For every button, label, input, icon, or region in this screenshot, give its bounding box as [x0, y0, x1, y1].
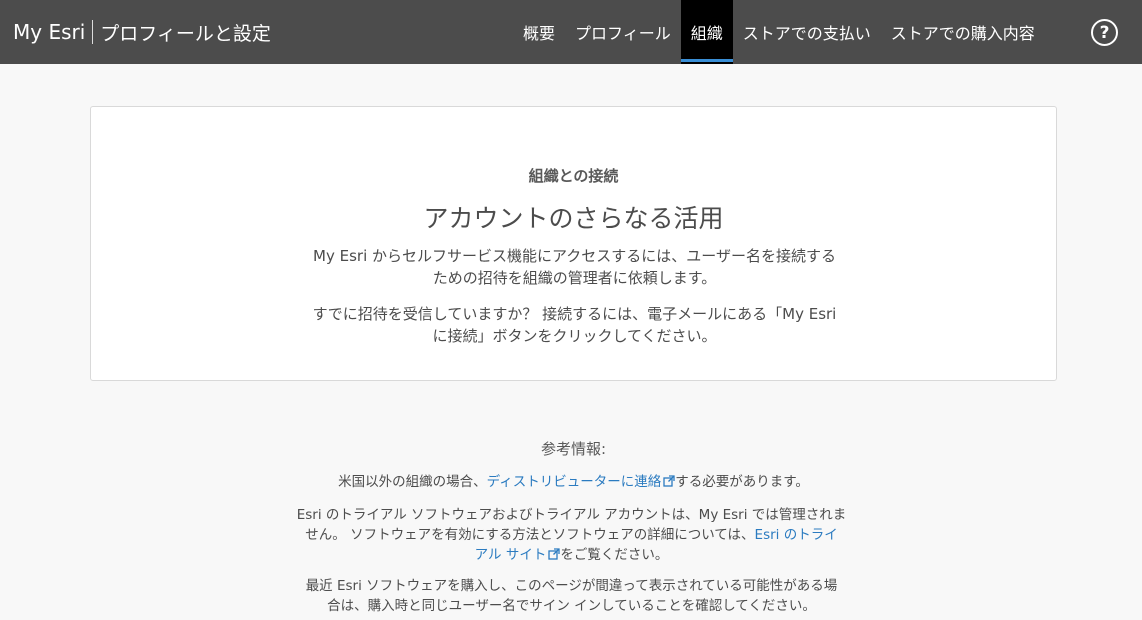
reference-text: する必要があります。: [675, 474, 809, 490]
card-title: アカウントのさらなる活用: [423, 204, 724, 233]
reference-trial-note: Esri のトライアル ソフトウェアおよびトライアル アカウントは、My Esr…: [280, 505, 863, 565]
help-icon[interactable]: ?: [1091, 19, 1118, 46]
reference-text: 最近 Esri ソフトウェアを購入し、このページが間違って表示されている可能性が…: [305, 578, 838, 594]
nav-tab-store-payments[interactable]: ストアでの支払い: [733, 0, 881, 64]
external-link-icon: [663, 475, 675, 487]
card-eyebrow: 組織との接続: [528, 167, 619, 185]
card-invite-note-line: に接続」ボタンをクリックしてください。: [432, 327, 717, 345]
esri-trial-site-link-cont[interactable]: アル サイト: [475, 547, 561, 563]
external-link-icon: [548, 548, 560, 560]
reference-text-line: アル サイト をご覧ください。: [280, 545, 863, 565]
card-invite-note: すでに招待を受信していますか？ 接続するには、電子メールにある「My Esri …: [287, 303, 862, 347]
nav-tab-profile[interactable]: プロフィール: [565, 0, 681, 64]
reference-text: せん。 ソフトウェアを有効にする方法とソフトウェアの詳細については、: [305, 527, 755, 543]
nav-tab-overview[interactable]: 概要: [513, 0, 565, 64]
card-invite-note-line: すでに招待を受信していますか？ 接続するには、電子メールにある「My Esri: [312, 305, 837, 323]
reference-text-line: せん。 ソフトウェアを有効にする方法とソフトウェアの詳細については、Esri の…: [280, 525, 863, 545]
top-header: My Esri プロフィールと設定 概要 プロフィール 組織 ストアでの支払い …: [0, 0, 1142, 64]
reference-text: Esri のトライアル ソフトウェアおよびトライアル アカウントは、My Esr…: [296, 507, 847, 523]
card-description-line: My Esri からセルフサービス機能にアクセスするには、ユーザー名を接続する: [313, 247, 836, 265]
connect-org-card: 組織との接続 アカウントのさらなる活用 My Esri からセルフサービス機能に…: [90, 106, 1057, 381]
brand-name: My Esri: [13, 20, 86, 44]
main-nav: 概要 プロフィール 組織 ストアでの支払い ストアでの購入内容: [513, 0, 1045, 64]
reference-distributor-note: 米国以外の組織の場合、ディストリビューターに連絡 する必要があります。: [90, 472, 1057, 492]
reference-text: 米国以外の組織の場合、: [338, 474, 487, 490]
card-description: My Esri からセルフサービス機能にアクセスするには、ユーザー名を接続する …: [287, 245, 862, 289]
nav-tab-store-purchases[interactable]: ストアでの購入内容: [881, 0, 1045, 64]
reference-heading: 参考情報:: [540, 440, 607, 458]
brand[interactable]: My Esri プロフィールと設定: [13, 17, 271, 47]
link-text: ディストリビューターに連絡: [486, 474, 662, 490]
page-title: プロフィールと設定: [100, 22, 271, 45]
reference-signin-note: 最近 Esri ソフトウェアを購入し、このページが間違って表示されている可能性が…: [280, 576, 863, 616]
reference-text: 合は、購入時と同じユーザー名でサイン インしていることを確認してください。: [327, 598, 816, 614]
link-text: アル サイト: [474, 547, 547, 563]
nav-tab-organization[interactable]: 組織: [680, 0, 733, 64]
distributor-contact-link[interactable]: ディストリビューターに連絡: [487, 474, 676, 490]
brand-divider: [92, 20, 94, 44]
reference-text: をご覧ください。: [560, 547, 669, 563]
card-description-line: ための招待を組織の管理者に依頼します。: [432, 269, 717, 287]
esri-trial-site-link[interactable]: Esri のトライ: [755, 527, 838, 543]
